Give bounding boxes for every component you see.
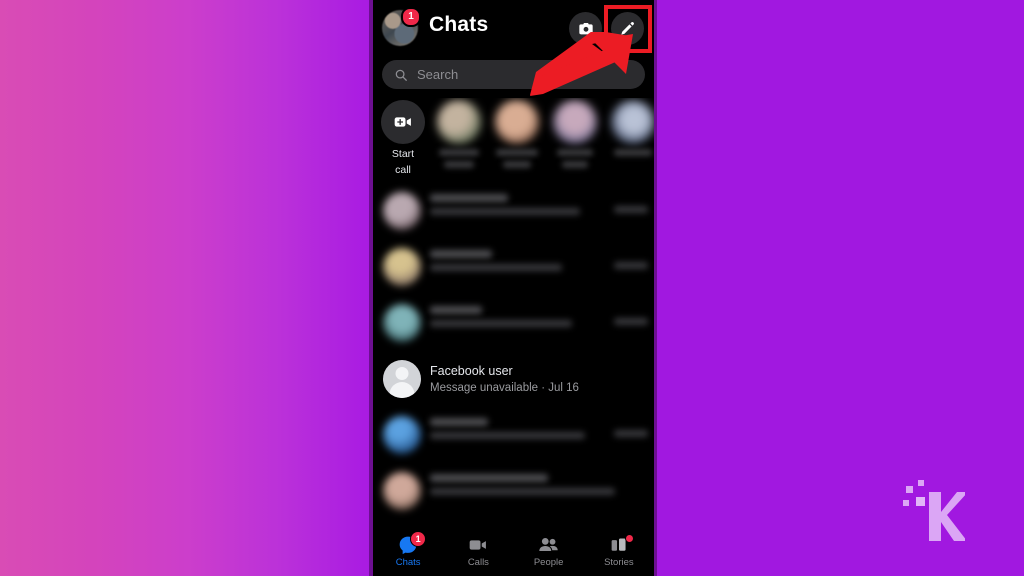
bottom-navigation: 1 Chats Calls People Stories [373,530,654,576]
nav-label-calls: Calls [467,557,489,568]
table-row-facebook-user[interactable]: Facebook user Message unavailable · Jul … [373,354,654,410]
contact-name-redacted [503,161,531,168]
row-name-redacted [430,418,488,426]
nav-icon-wrap [584,534,654,555]
contact-name-redacted [439,149,479,156]
nav-label-chats: Chats [395,557,421,568]
screenshot-stage: 1 Chats Search Start call Facebook user … [0,0,1024,576]
table-row[interactable] [373,242,654,298]
compose-button-highlight [604,5,652,53]
nav-icon-wrap: 1 [373,531,443,555]
nav-label-stories: Stories [604,557,634,568]
contact-name-redacted [557,149,593,156]
nav-tab-chats[interactable]: 1 Chats [373,530,443,576]
nav-tab-stories[interactable]: Stories [584,530,654,576]
row-snippet-redacted [430,320,572,327]
story-contact-3[interactable] [547,98,603,168]
search-bar[interactable]: Search [382,60,645,89]
row-avatar [383,472,421,510]
row-time-redacted [614,206,648,213]
nav-icon-wrap [443,535,513,555]
nav-badge-chats: 1 [410,531,427,547]
row-text: Facebook user Message unavailable · Jul … [430,364,644,396]
background-gradient-left [0,0,373,576]
contact-name-redacted [614,149,652,156]
row-time-redacted [614,262,648,269]
nav-dot-stories [624,534,634,543]
contact-name-redacted [562,161,588,168]
avatar-badge: 1 [401,7,421,27]
search-placeholder: Search [417,67,459,82]
page-title: Chats [429,13,489,36]
story-contact-2[interactable] [489,98,545,168]
camera-icon [578,22,593,34]
story-contact-4[interactable] [605,98,654,156]
start-call-label-line1: Start [391,148,415,160]
nav-tab-calls[interactable]: Calls [443,530,513,576]
row-time-redacted [614,318,648,325]
row-text [430,306,644,327]
knowtechie-k-logo [903,480,965,541]
video-camera-icon [470,540,487,550]
app-header: 1 Chats [373,0,654,58]
phone-screen: 1 Chats Search Start call Facebook user … [373,0,654,576]
row-name-redacted [430,194,508,202]
start-call-label-line2: call [395,164,411,176]
row-text [430,194,644,215]
start-call-circle [381,100,425,144]
start-call-button[interactable]: Start call [375,98,431,176]
row-avatar [383,416,421,454]
row-time-redacted [614,430,648,437]
row-avatar [383,192,421,230]
profile-avatar[interactable]: 1 [382,7,421,46]
contact-avatar [553,100,597,144]
row-text [430,250,644,271]
contact-avatar [495,100,539,144]
table-row[interactable] [373,466,654,522]
story-contact-1[interactable] [431,98,487,168]
people-icon [539,537,558,552]
contact-name-redacted [496,149,538,156]
row-avatar [383,360,421,398]
search-icon [395,69,407,81]
table-row[interactable] [373,186,654,242]
video-plus-icon [394,117,411,127]
row-name: Facebook user [430,364,513,378]
nav-icon-wrap [514,535,584,555]
row-snippet-redacted [430,432,585,439]
row-snippet: Message unavailable · Jul 16 [430,382,579,394]
row-name-redacted [430,250,492,258]
row-name-redacted [430,474,548,482]
camera-button[interactable] [569,12,602,45]
start-call-strip: Start call [373,98,654,182]
table-row[interactable] [373,410,654,466]
nav-label-people: People [533,557,564,568]
row-text [430,474,644,495]
contact-avatar [611,100,654,144]
chat-list: Facebook user Message unavailable · Jul … [373,186,654,528]
contact-avatar [437,100,481,144]
row-text [430,418,644,439]
row-name-redacted [430,306,482,314]
row-avatar [383,248,421,286]
row-snippet-redacted [430,264,562,271]
table-row[interactable] [373,298,654,354]
nav-tab-people[interactable]: People [514,530,584,576]
row-snippet-redacted [430,488,615,495]
contact-name-redacted [444,161,474,168]
row-avatar [383,304,421,342]
background-purple-right [657,0,1024,576]
row-snippet-redacted [430,208,580,215]
